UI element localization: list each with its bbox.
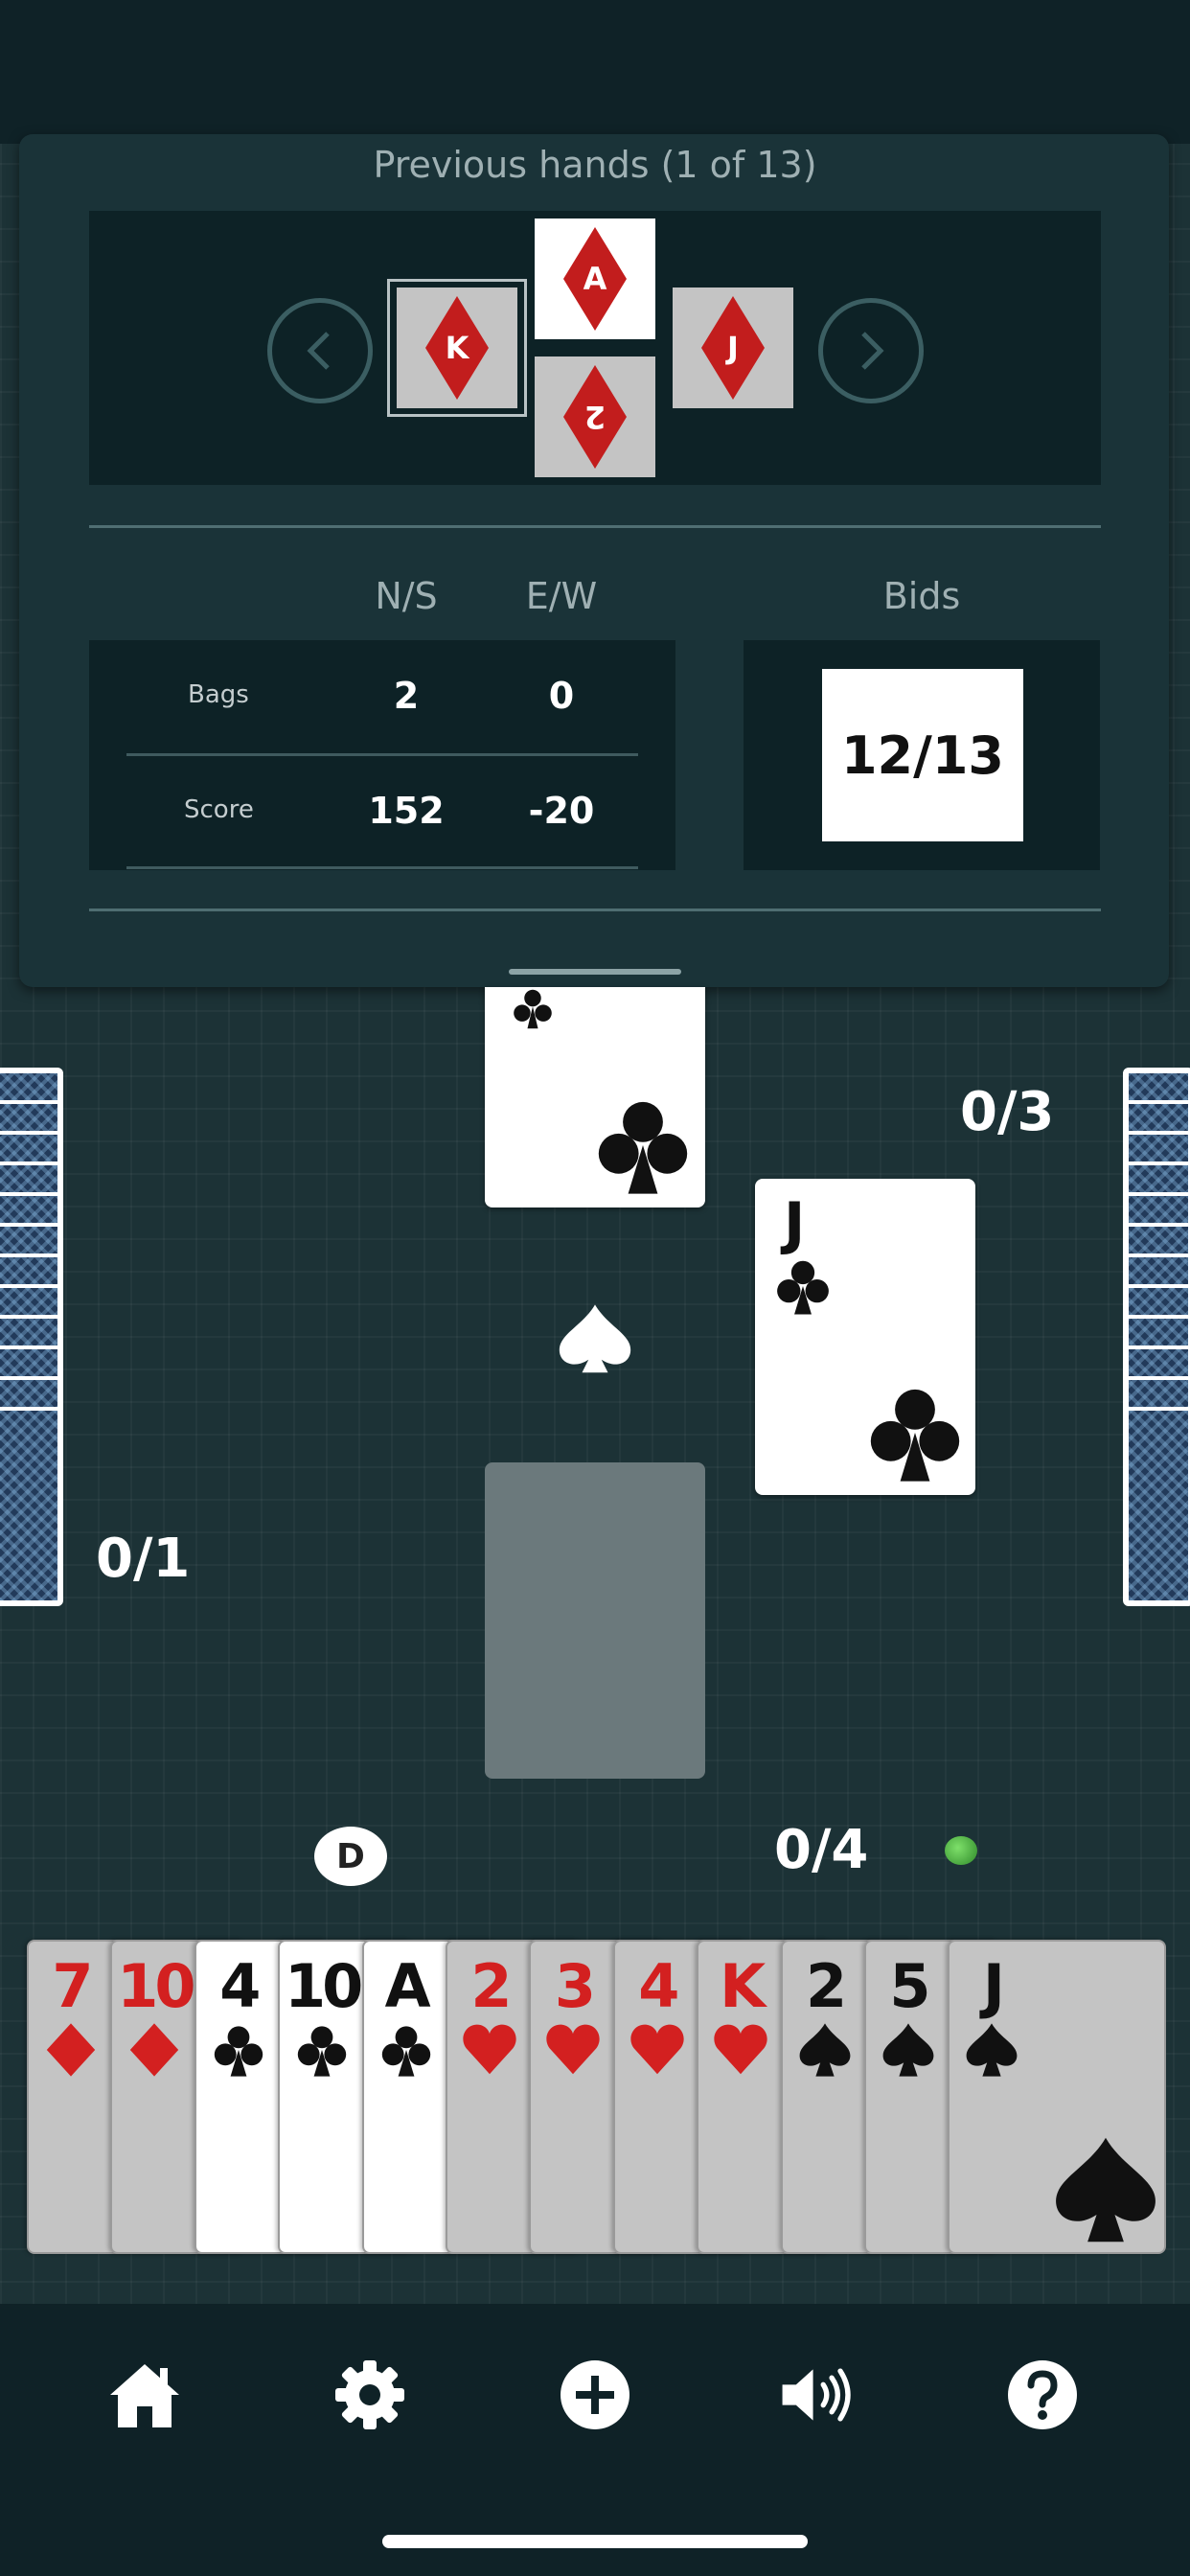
home-indicator (382, 2535, 808, 2548)
score-ns-value: 152 (368, 790, 445, 832)
bags-label: Bags (188, 680, 249, 709)
club-icon (598, 1101, 688, 1194)
divider (89, 908, 1101, 911)
panel-title: Previous hands (1 of 13) (373, 144, 817, 186)
speaker-icon (782, 2368, 851, 2422)
card-rank: 5 (889, 1951, 930, 2021)
card-rank: 10 (285, 1951, 363, 2021)
bids-header: Bids (882, 575, 961, 617)
score-label: Score (184, 795, 254, 824)
club-icon (214, 2026, 263, 2077)
diamond-icon: J (701, 296, 765, 400)
column-header-ew: E/W (525, 575, 598, 617)
south-tricks-count: 0/4 (774, 1819, 869, 1881)
plus-circle-icon (561, 2360, 629, 2429)
club-icon (777, 1260, 829, 1315)
home-button[interactable] (102, 2352, 188, 2438)
club-icon (514, 989, 552, 1029)
question-circle-icon (1008, 2360, 1077, 2429)
chevron-left-icon (307, 332, 330, 370)
divider (89, 525, 1101, 528)
spade-icon (1056, 2137, 1156, 2242)
diamond-icon: K (425, 296, 489, 400)
south-card-slot (485, 1462, 705, 1779)
sound-button[interactable] (774, 2352, 860, 2438)
trick-card-east: J (673, 288, 793, 408)
east-opponent-hand (1123, 1068, 1190, 1606)
heart-icon (546, 2024, 601, 2075)
chevron-right-icon (861, 332, 884, 370)
heart-icon (463, 2024, 516, 2075)
diamond-icon (130, 2023, 179, 2077)
card-rank: 10 (117, 1951, 195, 2021)
north-played-card (485, 987, 705, 1208)
diamond-icon: 2 (563, 365, 627, 469)
row-divider (126, 753, 638, 756)
west-tricks-count: 0/1 (96, 1528, 191, 1590)
panel-drag-handle[interactable] (509, 969, 681, 975)
next-trick-button[interactable] (818, 298, 924, 403)
trick-card-south: 2 (535, 356, 655, 477)
east-played-card: J (755, 1179, 975, 1495)
hand-card[interactable]: J (948, 1940, 1167, 2254)
heart-icon (714, 2024, 767, 2075)
status-bar-area (0, 0, 1190, 144)
spade-icon (882, 2023, 934, 2077)
card-rank: J (784, 1190, 806, 1257)
card-rank: 4 (219, 1951, 261, 2021)
card-rank: K (720, 1951, 766, 2021)
trick-card-north: A (535, 218, 655, 339)
home-icon (110, 2364, 179, 2427)
club-icon (381, 2026, 430, 2077)
diamond-icon: A (563, 227, 627, 331)
card-rank: J (982, 1951, 1005, 2021)
bags-ns-value: 2 (393, 675, 420, 717)
new-game-button[interactable] (552, 2352, 638, 2438)
column-header-ns: N/S (375, 575, 438, 617)
bags-ew-value: 0 (548, 675, 575, 717)
spade-icon (799, 2023, 850, 2077)
heart-icon (630, 2024, 684, 2075)
dealer-badge: D (314, 1827, 387, 1886)
help-button[interactable] (999, 2352, 1086, 2438)
row-divider (126, 866, 638, 869)
trump-spade-icon (559, 1304, 631, 1373)
card-rank: 2 (806, 1951, 847, 2021)
card-rank: 7 (52, 1951, 93, 2021)
diamond-icon (46, 2023, 96, 2077)
card-rank: A (384, 1951, 431, 2021)
club-icon (297, 2026, 347, 2077)
club-icon (870, 1389, 960, 1482)
card-rank: 4 (638, 1951, 679, 2021)
card-rank: 2 (470, 1951, 512, 2021)
trick-card-west: K (397, 288, 517, 408)
score-ew-value: -20 (528, 790, 595, 832)
settings-button[interactable] (327, 2352, 413, 2438)
previous-trick-button[interactable] (267, 298, 373, 403)
west-opponent-hand (0, 1068, 63, 1606)
bids-value: 12/13 (822, 669, 1023, 841)
east-tricks-count: 0/3 (960, 1081, 1055, 1143)
spade-icon (966, 2023, 1018, 2077)
gear-icon (335, 2360, 404, 2429)
card-rank: 3 (554, 1951, 596, 2021)
turn-indicator (945, 1836, 977, 1865)
